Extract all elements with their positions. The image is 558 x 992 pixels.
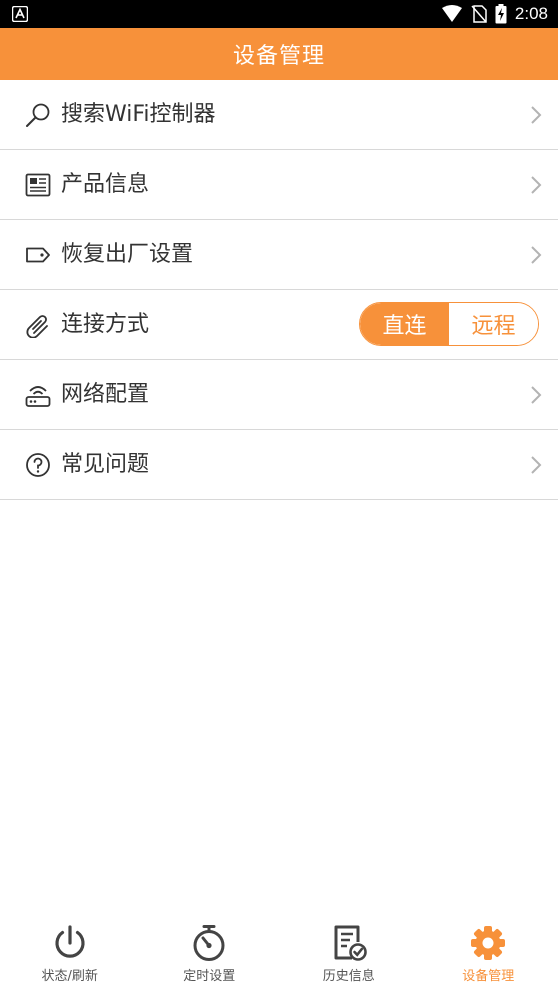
chevron-right-icon bbox=[531, 386, 542, 404]
menu-item-faq[interactable]: 常见问题 bbox=[0, 430, 558, 500]
menu-item-factory-reset[interactable]: 恢复出厂设置 bbox=[0, 220, 558, 290]
chevron-right-icon bbox=[531, 106, 542, 124]
battery-charging-icon bbox=[495, 4, 507, 24]
chevron-right-icon bbox=[531, 456, 542, 474]
tag-icon bbox=[26, 247, 50, 263]
history-document-icon bbox=[334, 925, 367, 961]
menu-item-connection-mode: 连接方式 直连 远程 bbox=[0, 290, 558, 360]
menu-item-label: 恢复出厂设置 bbox=[61, 242, 194, 267]
no-sim-icon bbox=[471, 5, 487, 23]
nav-tab-history[interactable]: 历史信息 bbox=[279, 920, 419, 992]
nav-label: 定时设置 bbox=[183, 969, 236, 984]
nav-tab-device-management[interactable]: 设备管理 bbox=[419, 920, 558, 992]
notification-icon bbox=[12, 6, 28, 22]
wifi-signal-icon bbox=[441, 5, 462, 22]
nav-label: 设备管理 bbox=[462, 969, 515, 984]
page-title: 设备管理 bbox=[232, 44, 325, 69]
title-bar: 设备管理 bbox=[0, 28, 558, 80]
menu-item-network-config[interactable]: 网络配置 bbox=[0, 360, 558, 430]
bottom-nav: 状态/刷新 定时设置 历史信息 设备管理 bbox=[0, 920, 558, 992]
help-circle-icon bbox=[26, 453, 50, 477]
chevron-right-icon bbox=[531, 246, 542, 264]
nav-tab-status-refresh[interactable]: 状态/刷新 bbox=[0, 920, 140, 992]
menu-item-label: 网络配置 bbox=[61, 382, 150, 407]
paperclip-icon bbox=[26, 315, 48, 338]
status-bar: 2:08 bbox=[0, 0, 558, 28]
stopwatch-icon bbox=[193, 925, 225, 961]
router-icon bbox=[25, 386, 51, 407]
toggle-remote-option[interactable]: 远程 bbox=[449, 303, 538, 345]
menu-item-label: 连接方式 bbox=[61, 312, 150, 337]
power-icon bbox=[55, 925, 85, 958]
nav-label: 历史信息 bbox=[322, 969, 375, 984]
newspaper-icon bbox=[25, 173, 51, 197]
nav-tab-timer-settings[interactable]: 定时设置 bbox=[140, 920, 280, 992]
settings-list: 搜索WiFi控制器 产品信息 恢复出厂设置 连接方式 直连 远程 网络配置 常见… bbox=[0, 80, 558, 500]
menu-item-label: 搜索WiFi控制器 bbox=[61, 102, 216, 127]
connection-mode-toggle: 直连 远程 bbox=[359, 302, 539, 346]
search-icon bbox=[26, 103, 50, 127]
menu-item-search-wifi[interactable]: 搜索WiFi控制器 bbox=[0, 80, 558, 150]
toggle-direct-option[interactable]: 直连 bbox=[360, 303, 449, 345]
chevron-right-icon bbox=[531, 176, 542, 194]
gear-icon bbox=[471, 926, 506, 960]
menu-item-product-info[interactable]: 产品信息 bbox=[0, 150, 558, 220]
menu-item-label: 产品信息 bbox=[61, 172, 150, 197]
status-time: 2:08 bbox=[514, 4, 548, 23]
menu-item-label: 常见问题 bbox=[61, 452, 150, 477]
nav-label: 状态/刷新 bbox=[41, 969, 98, 984]
